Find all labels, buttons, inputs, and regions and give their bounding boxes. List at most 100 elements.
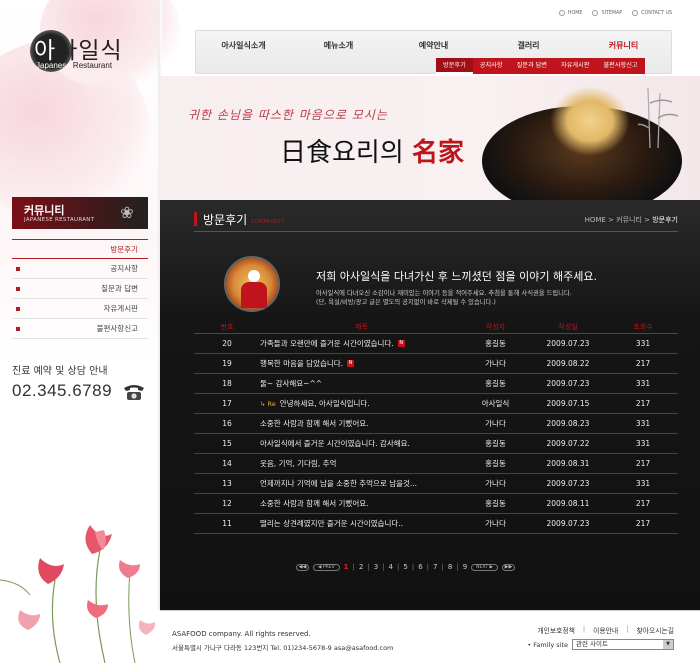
tempura-image <box>550 86 630 156</box>
page-separator: | <box>426 563 430 571</box>
home-link[interactable]: HOME <box>558 10 582 16</box>
nav-item[interactable]: 갤러리 <box>481 40 576 51</box>
row-number: 15 <box>222 439 232 448</box>
page-number[interactable]: 6 <box>418 563 422 571</box>
family-site-select[interactable]: 관련 사이트 ▼ <box>572 639 674 650</box>
page-subtitle: COMMUNITY <box>251 219 285 225</box>
page-separator: | <box>411 563 415 571</box>
breadcrumb-current: 방문후기 <box>652 216 678 224</box>
intro-heading: 저희 아사일식을 다녀가신 후 느끼셨던 점을 이야기 해주세요. <box>316 270 597 283</box>
prev-button[interactable]: ◀ PREV <box>313 563 340 571</box>
row-title[interactable]: 아사일식에서 즐거운 시간이였습니다. 감사해요. <box>260 438 463 449</box>
row-views: 217 <box>635 359 651 368</box>
row-title[interactable]: 언제까지나 기억에 남을 소중한 추억으로 남을것... <box>260 478 463 489</box>
logo[interactable]: 아사일식 Japanese Restaurant <box>30 25 130 75</box>
next-button[interactable]: NEXT ▶ <box>471 563 499 571</box>
row-title[interactable]: 떨리는 상견례였지만 즐거운 시간이였습니다.. <box>260 518 463 529</box>
footer-link[interactable]: 찾아오시는길 <box>636 625 674 635</box>
page-number[interactable]: 9 <box>463 563 467 571</box>
logo-english: Japanese Restaurant <box>36 61 113 70</box>
sub-nav: 방문후기 공지사항 질문과 답변 자유게시판 불편사항신고 <box>436 58 645 74</box>
nav-item[interactable]: 아사일식소개 <box>196 40 291 51</box>
sidebar-item[interactable]: 공지사항 <box>12 259 148 279</box>
row-number: 16 <box>222 419 232 428</box>
page-number[interactable]: 2 <box>359 563 363 571</box>
table-row[interactable]: 17 ↳ Re 안녕하세요, 아사일식입니다. 아사일식 2009.07.15 217 <box>194 394 678 414</box>
row-date: 2009.07.22 <box>546 439 590 448</box>
intro-line-2: (단, 욕설/비방/광고 글은 별도의 공지없이 바로 삭제될 수 있습니다.) <box>316 299 496 306</box>
row-views: 217 <box>635 399 651 408</box>
page-number[interactable]: 8 <box>448 563 452 571</box>
hero-slogan: 귀한 손님을 따스한 마음으로 모시는 <box>188 108 388 122</box>
row-date: 2009.07.23 <box>546 339 590 348</box>
row-title[interactable]: 둘~ 감사해요~^^ <box>260 378 463 389</box>
table-row[interactable]: 13 언제까지나 기억에 남을 소중한 추억으로 남을것... 가나다 2009.07… <box>194 474 678 494</box>
page: 아사일식 Japanese Restaurant 커뮤니티 JAPANESE R… <box>0 0 700 663</box>
sitemap-link[interactable]: SITEMAP <box>592 10 622 16</box>
main-nav: 아사일식소개 메뉴소개 예약안내 갤러리 커뮤니티 방문후기 공지사항 질문과 답변 자유게시… <box>195 30 672 74</box>
footer-link[interactable]: 이용안내 <box>593 625 618 635</box>
table-row[interactable]: 18 둘~ 감사해요~^^ 홍길동 2009.07.23 331 <box>194 374 678 394</box>
row-title-text[interactable]: 둘~ 감사해요~^^ <box>260 378 322 389</box>
row-title-text[interactable]: 웃음, 기억, 기다림, 추억 <box>260 458 336 469</box>
last-page-icon[interactable]: ▶▶ <box>502 563 516 571</box>
row-writer: 아사일식 <box>481 399 510 408</box>
row-title[interactable]: 가족들과 오랜만에 즐거운 시간이였습니다. N <box>260 338 463 349</box>
row-title-text[interactable]: 행복한 마음을 담았습니다. <box>260 358 343 369</box>
bullet-icon <box>16 287 20 291</box>
table-row[interactable]: 16 소중한 사람과 함께 해서 기뻤어요. 가나다 2009.08.23 331 <box>194 414 678 434</box>
page-number[interactable]: 7 <box>433 563 437 571</box>
hero-visual: 귀한 손님을 따스한 마음으로 모시는 日食요리의 名家 <box>160 76 700 200</box>
page-number[interactable]: 4 <box>389 563 393 571</box>
row-title-text[interactable]: 언제까지나 기억에 남을 소중한 추억으로 남을것... <box>260 478 417 489</box>
row-date: 2009.08.31 <box>546 459 590 468</box>
row-title[interactable]: 소중한 사람과 함께 해서 기뻤어요. <box>260 498 463 509</box>
sidebar-item[interactable]: 자유게시판 <box>12 299 148 319</box>
sub-nav-item[interactable]: 질문과 답변 <box>510 58 554 74</box>
breadcrumb-home[interactable]: HOME <box>585 216 606 224</box>
breadcrumb-parent[interactable]: 커뮤니티 <box>616 216 642 224</box>
sub-nav-item[interactable]: 방문후기 <box>436 58 473 74</box>
sub-nav-item[interactable]: 공지사항 <box>473 58 510 74</box>
table-row[interactable]: 19 행복한 마음을 담았습니다. N 가나다 2009.08.22 217 <box>194 354 678 374</box>
page-separator: | <box>382 563 385 571</box>
table-row[interactable]: 15 아사일식에서 즐거운 시간이였습니다. 감사해요. 홍길동 2009.07.22… <box>194 434 678 454</box>
row-title-text[interactable]: 아사일식에서 즐거운 시간이였습니다. 감사해요. <box>260 438 410 449</box>
first-page-icon[interactable]: ◀◀ <box>296 563 309 571</box>
row-title[interactable]: 행복한 마음을 담았습니다. N <box>260 358 463 369</box>
contact-link[interactable]: CONTACT US <box>632 10 672 16</box>
row-title-text[interactable]: 안녕하세요, 아사일식입니다. <box>280 398 370 409</box>
sidebar-item[interactable]: 방문후기 <box>12 239 148 259</box>
table-header: 번호 제목 작성자 작성일 조회수 <box>194 320 678 334</box>
sub-nav-item[interactable]: 불편사항신고 <box>596 58 644 74</box>
page-number[interactable]: 5 <box>403 563 407 571</box>
col-number: 번호 <box>220 322 234 331</box>
row-views: 331 <box>635 439 651 448</box>
row-title[interactable]: 웃음, 기억, 기다림, 추억 <box>260 458 463 469</box>
row-title[interactable]: 소중한 사람과 함께 해서 기뻤어요. <box>260 418 463 429</box>
table-row[interactable]: 20 가족들과 오랜만에 즐거운 시간이였습니다. N 홍길동 2009.07.23 33… <box>194 334 678 354</box>
page-number[interactable]: 1 <box>344 563 349 571</box>
row-views: 331 <box>635 339 651 348</box>
copyright: ASAFOOD company. All rights reserved. <box>172 630 311 638</box>
row-date: 2009.08.23 <box>546 419 590 428</box>
sidebar-item[interactable]: 불편사항신고 <box>12 319 148 339</box>
table-row[interactable]: 14 웃음, 기억, 기다림, 추억 홍길동 2009.08.31 217 <box>194 454 678 474</box>
table-row[interactable]: 11 떨리는 상견례였지만 즐거운 시간이였습니다.. 가나다 2009.07.23 2… <box>194 514 678 534</box>
table-row[interactable]: 12 소중한 사람과 함께 해서 기뻤어요. 홍길동 2009.08.11 217 <box>194 494 678 514</box>
row-title[interactable]: ↳ Re 안녕하세요, 아사일식입니다. <box>260 398 463 409</box>
nav-item[interactable]: 예약안내 <box>386 40 481 51</box>
row-title-text[interactable]: 떨리는 상견례였지만 즐거운 시간이였습니다.. <box>260 518 403 529</box>
sidebar-item[interactable]: 질문과 답변 <box>12 279 148 299</box>
bamboo-decor <box>638 88 678 148</box>
footer-link[interactable]: 개인보호정책 <box>537 625 575 635</box>
sub-nav-item[interactable]: 자유게시판 <box>554 58 596 74</box>
row-title-text[interactable]: 가족들과 오랜만에 즐거운 시간이였습니다. <box>260 338 394 349</box>
nav-item[interactable]: 커뮤니티 <box>576 40 671 51</box>
page-number[interactable]: 3 <box>374 563 378 571</box>
row-title-text[interactable]: 소중한 사람과 함께 해서 기뻤어요. <box>260 418 369 429</box>
section-title: 커뮤니티 <box>24 204 65 217</box>
row-date: 2009.08.11 <box>546 499 590 508</box>
nav-item[interactable]: 메뉴소개 <box>291 40 386 51</box>
row-title-text[interactable]: 소중한 사람과 함께 해서 기뻤어요. <box>260 498 369 509</box>
